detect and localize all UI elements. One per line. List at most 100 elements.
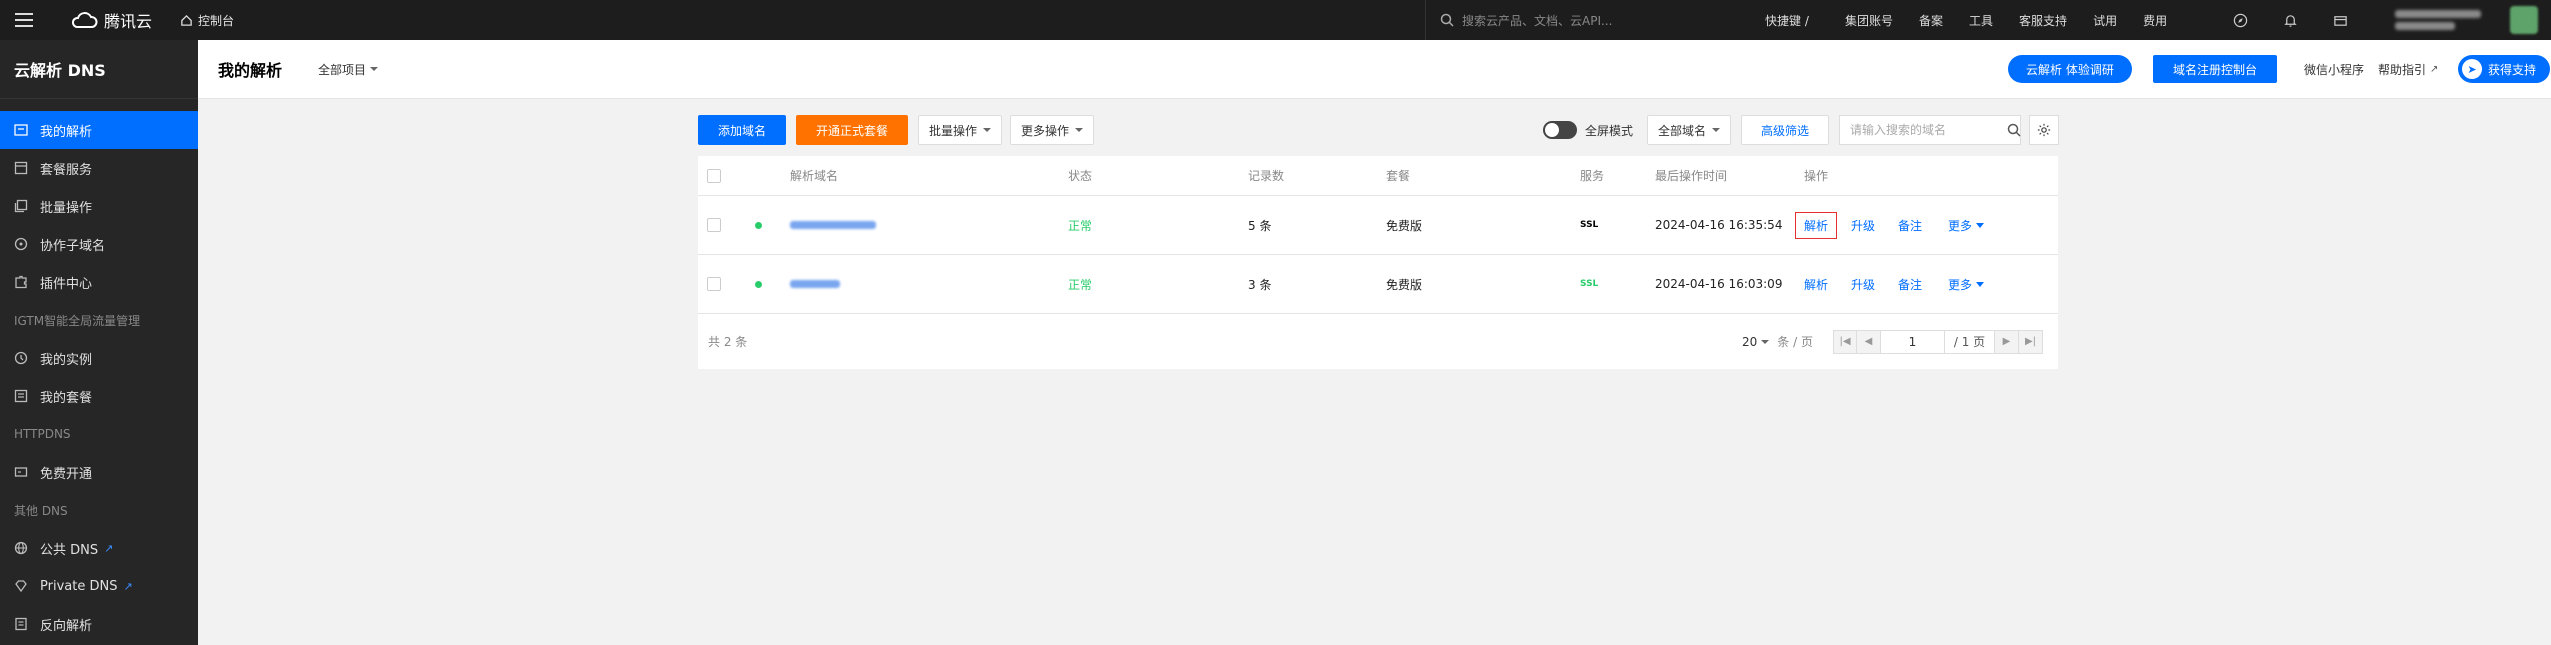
row-checkbox[interactable] [707,196,721,254]
avatar[interactable] [2510,0,2540,40]
resolve-link[interactable]: 解析 [1804,255,1828,313]
console-link[interactable]: 控制台 [180,0,234,40]
sidebar-item-package[interactable]: 套餐服务 [0,149,198,187]
sidebar-item-public-dns[interactable]: 公共 DNS ↗ [0,529,198,567]
bell-icon[interactable] [2282,12,2298,28]
select-all-checkbox[interactable] [707,156,721,195]
table-row: 正常 5 条 免费版 SSL 2024-04-16 16:35:54 解析 升级… [698,196,2058,255]
col-service: 服务 [1580,169,1605,183]
topnav-billing[interactable]: 费用 [2143,12,2167,29]
prev-page-icon[interactable]: ◀ [1857,329,1881,354]
batch-ops-label: 批量操作 [928,123,977,138]
total-count: 共 2 条 [708,335,748,349]
chevron-down-icon [983,128,991,132]
tencent-cloud-logo[interactable]: 腾讯云 [70,0,152,40]
more-actions-label: 更多 [1948,277,1973,292]
sidebar-item-label: 我的套餐 [40,390,93,406]
sidebar-item-my-instance[interactable]: 我的实例 [0,339,198,377]
record-count: 3 条 [1248,277,1272,292]
global-search-placeholder: 搜索云产品、文档、云API... [1462,13,1613,28]
console-label: 控制台 [198,13,235,28]
get-support-button[interactable]: ➤ 获得支持 [2458,55,2551,83]
mini-program-link[interactable]: 微信小程序 [2304,40,2364,98]
sidebar-item-label: 反向解析 [40,618,93,634]
global-search[interactable]: 搜索云产品、文档、云API... [1425,0,1770,40]
fullscreen-toggle[interactable] [1543,121,1577,139]
all-domains-dropdown[interactable]: 全部域名 [1647,115,1732,145]
registrar-console-button[interactable]: 域名注册控制台 [2153,55,2278,83]
row-checkbox[interactable] [707,255,721,313]
next-page-icon[interactable]: ▶ [1995,329,2019,354]
wallet-icon[interactable] [2332,12,2348,28]
open-package-button[interactable]: 开通正式套餐 [796,115,908,145]
search-icon [1440,13,1454,27]
search-icon[interactable] [2007,123,2021,137]
sidebar-item-my-package[interactable]: 我的套餐 [0,377,198,415]
page-total-label: / 1 页 [1945,329,1995,354]
card-icon [14,465,28,479]
topnav-support[interactable]: 客服支持 [2019,12,2067,29]
globe-icon [14,541,28,555]
shortcut-hint: 快捷键 / [1765,13,1809,28]
page-number-input[interactable]: 1 [1881,329,1945,354]
last-page-icon[interactable]: ▶| [2019,329,2043,354]
help-link-label: 帮助指引 [2378,62,2427,77]
sidebar-item-free-activate[interactable]: 免费开通 [0,453,198,491]
record-count: 5 条 [1248,218,1272,233]
domain-search-input[interactable] [1840,122,2008,138]
sidebar-item-reverse-dns[interactable]: 反向解析 [0,605,198,643]
last-modified-time: 2024-04-16 16:03:09 [1655,277,1783,291]
diamond-icon [14,579,28,593]
status-dot [755,196,762,254]
share-icon [14,237,28,251]
upgrade-link[interactable]: 升级 [1851,255,1875,313]
batch-ops-dropdown[interactable]: 批量操作 [918,115,1002,145]
remark-link[interactable]: 备注 [1898,196,1922,254]
page-size-value: 20 [1742,334,1758,349]
topnav-tools[interactable]: 工具 [1969,12,1993,29]
ssl-service[interactable]: SSL [1580,196,1598,254]
advanced-filter-button[interactable]: 高级筛选 [1741,115,1830,145]
sidebar-item-subdomain[interactable]: 协作子域名 [0,225,198,263]
help-link[interactable]: 帮助指引 ↗ [2378,40,2438,98]
account-name-redacted[interactable] [2395,0,2485,40]
compass-icon[interactable] [2232,12,2248,28]
home-icon [181,14,192,26]
more-actions-dropdown[interactable]: 更多 [1948,196,1985,254]
project-select-value: 全部项目 [318,62,367,77]
more-actions-dropdown[interactable]: 更多 [1948,255,1985,313]
menu-icon[interactable] [12,0,36,40]
topnav-group-account[interactable]: 集团账号 [1845,12,1893,29]
remark-link[interactable]: 备注 [1898,255,1922,313]
page-size-select[interactable]: 20 条 / 页 [1742,314,1813,369]
doc-icon [14,617,28,631]
more-ops-dropdown[interactable]: 更多操作 [1010,115,1094,145]
chevron-down-icon [1761,339,1770,344]
sidebar-item-my-dns[interactable]: 我的解析 [0,111,198,149]
last-modified-time: 2024-04-16 16:35:54 [1655,218,1783,232]
plan-name: 免费版 [1386,277,1423,292]
status-badge: 正常 [1068,277,1093,292]
sidebar-item-label: 套餐服务 [40,162,93,178]
sidebar-item-plugin[interactable]: 插件中心 [0,263,198,301]
first-page-icon[interactable]: |◀ [1833,329,1857,354]
package-icon [14,161,28,175]
topnav-trial[interactable]: 试用 [2093,12,2117,29]
more-ops-label: 更多操作 [1020,123,1069,138]
project-select[interactable]: 全部项目 [318,40,379,98]
survey-button[interactable]: 云解析 体验调研 [2008,55,2132,83]
upgrade-link[interactable]: 升级 [1851,196,1875,254]
plan-name: 免费版 [1386,218,1423,233]
topnav-filing[interactable]: 备案 [1919,12,1943,29]
add-domain-button[interactable]: 添加域名 [698,115,786,145]
sidebar-item-private-dns[interactable]: Private DNS ↗ [0,567,198,605]
domain-name-redacted[interactable] [790,255,840,313]
more-actions-label: 更多 [1948,218,1973,233]
ssl-service[interactable]: SSL [1580,255,1598,313]
resolve-link-label: 解析 [1795,211,1838,239]
resolve-link[interactable]: 解析 [1795,196,1838,254]
gear-icon[interactable] [2029,115,2060,145]
domain-name-redacted[interactable] [790,196,876,254]
sidebar-item-batch[interactable]: 批量操作 [0,187,198,225]
col-last-modified: 最后操作时间 [1655,169,1728,183]
